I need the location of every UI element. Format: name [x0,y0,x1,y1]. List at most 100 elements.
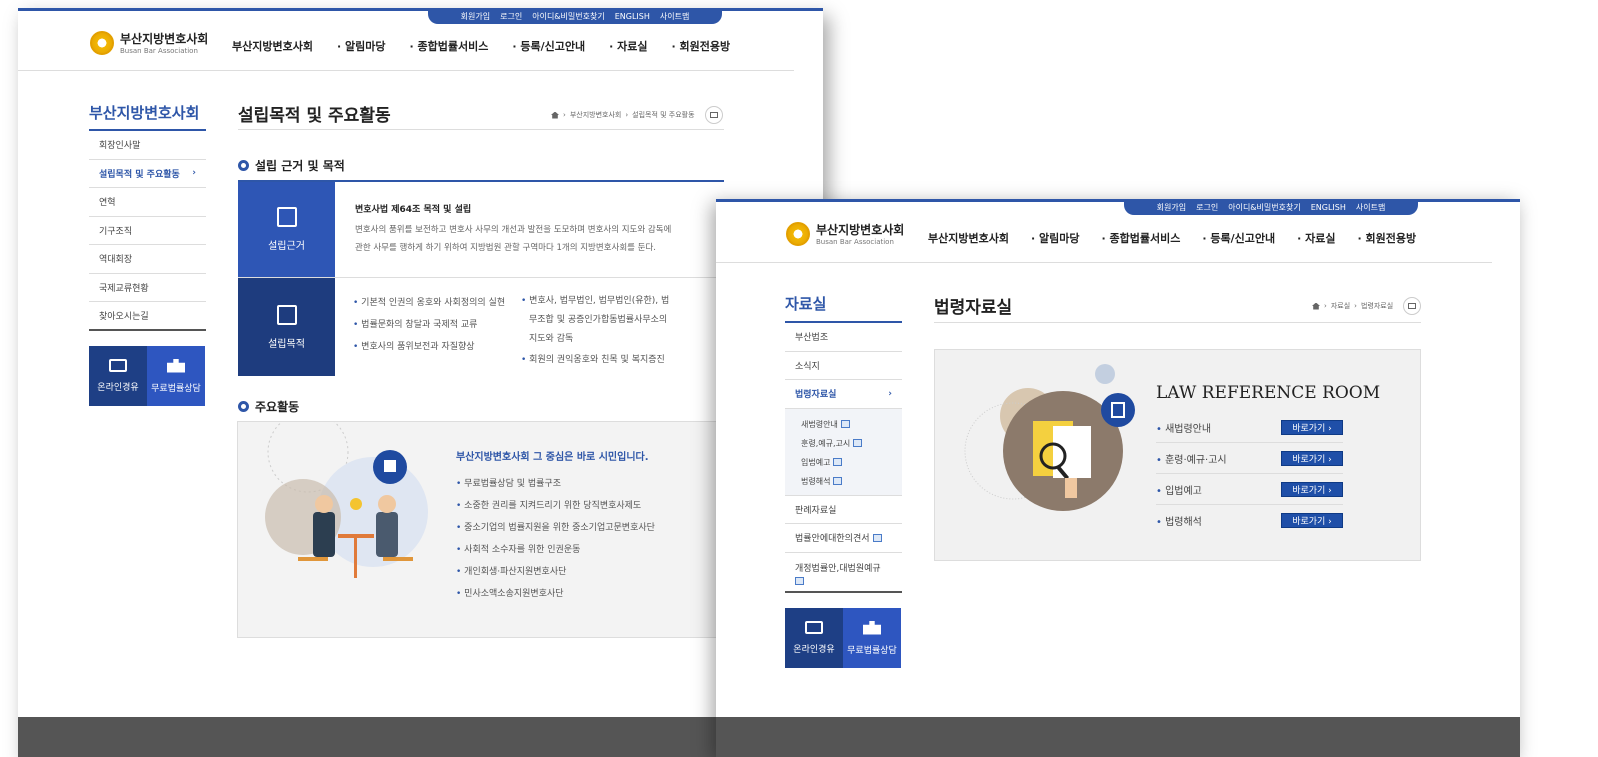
nav-registration[interactable]: · 등록/신고안내 [512,38,585,54]
law-row: 새법령안내 바로가기 › [1156,412,1343,443]
crumb-1[interactable]: 부산지방변호사회 [570,110,622,120]
main-nav: 부산지방변호사회 · 알림마당 · 종합법률서비스 · 등록/신고안내 · 자료… [232,38,730,54]
side-item-directions[interactable]: 찾아오시는길 [89,302,206,331]
logo-english: Busan Bar Association [120,47,198,55]
go-button[interactable]: 바로가기 › [1281,481,1343,497]
nav-notice[interactable]: · 알림마당 [1031,230,1080,246]
util-join[interactable]: 회원가입 [461,11,490,22]
sub-item-interpretation[interactable]: 법령해석 [801,472,902,491]
breadcrumb: › 자료실 › 법령자료실 [1312,297,1422,315]
purpose-item: 변호사, 법무법인, 법무법인(유한), 법 [521,292,669,311]
nav-registration[interactable]: · 등록/신고안내 [1202,230,1275,246]
util-find[interactable]: 아이디&비밀번호찾기 [1228,202,1300,213]
nav-legal-service[interactable]: · 종합법률서비스 [409,38,488,54]
law-row: 훈령·예규·고시 바로가기 › [1156,443,1343,474]
go-button[interactable]: 바로가기 › [1281,419,1343,435]
side-title: 부산지방변호사회 [89,104,200,122]
chevron-right-icon: › [192,168,196,179]
title-divider [238,129,724,130]
sub-item-new-law[interactable]: 새법령안내 [801,415,902,434]
side-item-precedents[interactable]: 판례자료실 [785,496,902,524]
side-item-purpose[interactable]: 설립목적 및 주요활동 › [89,160,206,188]
util-sitemap[interactable]: 사이트맵 [1356,202,1385,213]
util-join[interactable]: 회원가입 [1157,202,1186,213]
nav-notice[interactable]: · 알림마당 [337,38,386,54]
nav-members[interactable]: · 회원전용방 [671,38,730,54]
free-consult-button[interactable]: 무료법률상담 [843,608,901,668]
purpose-label: 설립목적 [238,278,335,376]
page-title: 설립목적 및 주요활동 [238,106,391,126]
quick-buttons: 온라인경유 무료법률상담 [785,608,901,668]
free-consult-button[interactable]: 무료법률상담 [147,346,205,406]
side-item-organization[interactable]: 기구조직 [89,217,206,245]
print-icon[interactable] [704,106,723,124]
util-english[interactable]: ENGLISH [1311,203,1346,212]
side-item-law-reference[interactable]: 법령자료실 › [785,380,902,409]
home-icon[interactable] [551,111,559,119]
sub-item-directives[interactable]: 훈령,예규,고시 [801,434,902,453]
law-item-notice: 입법예고 [1156,482,1202,497]
crumb-1[interactable]: 자료실 [1331,301,1350,311]
screenshot-law-reference-page: 회원가입 로그인 아이디&비밀번호찾기 ENGLISH 사이트맵 부산지방변호사… [716,199,1520,757]
site-logo[interactable]: 부산지방변호사회 Busan Bar Association [90,30,208,55]
nav-association[interactable]: 부산지방변호사회 [232,38,313,54]
document-icon [795,576,804,585]
nav-association[interactable]: 부산지방변호사회 [928,230,1009,246]
puzzle-icon [863,620,881,635]
basis-line-1: 변호사의 품위를 보전하고 변호사 사무의 개선과 발전을 도모하며 변호사의 … [355,225,672,235]
main-nav: 부산지방변호사회 · 알림마당 · 종합법률서비스 · 등록/신고안내 · 자료… [928,230,1416,246]
purpose-item-cont: 무조합 및 공증인가합동법률사무소의 [529,315,668,325]
law-row: 입법예고 바로가기 › [1156,474,1343,505]
online-button[interactable]: 온라인경유 [785,608,843,668]
document-icon [872,533,882,542]
laptop-icon [805,621,823,634]
purpose-right: 변호사, 법무법인, 법무법인(유한), 법 무조합 및 공증인가합동법률사무소… [501,278,669,376]
side-item-busan-law[interactable]: 부산법조 [785,323,902,352]
side-item-past-presidents[interactable]: 역대회장 [89,245,206,274]
side-item-newsletter[interactable]: 소식지 [785,352,902,380]
util-sitemap[interactable]: 사이트맵 [660,11,689,22]
side-item-opinions[interactable]: 법률안에대한의견서 [785,524,902,553]
activity-item: 개인회생·파산지원변호사단 [456,561,655,583]
basis-heading: 변호사법 제64조 목적 및 설립 [355,205,472,215]
sub-item-legislative-notice[interactable]: 입법예고 [801,453,902,472]
site-logo[interactable]: 부산지방변호사회 Busan Bar Association [786,221,904,246]
breadcrumb: › 부산지방변호사회 › 설립목적 및 주요활동 [551,106,723,124]
logo-korean: 부산지방변호사회 [816,223,905,237]
util-english[interactable]: ENGLISH [615,12,650,21]
nav-legal-service[interactable]: · 종합법률서비스 [1101,230,1180,246]
go-button[interactable]: 바로가기 › [1281,450,1343,466]
document-icon [833,477,843,485]
online-button[interactable]: 온라인경유 [89,346,147,406]
purpose-item: 회원의 권익옹호와 친목 및 복지증진 [521,349,669,371]
side-item-greeting[interactable]: 회장인사말 [89,131,206,160]
nav-archive[interactable]: · 자료실 [1297,230,1335,246]
chevron-right-icon: › [888,388,892,399]
section-heading-basis: 설립 근거 및 목적 [238,157,345,174]
util-login[interactable]: 로그인 [1196,202,1218,213]
go-button[interactable]: 바로가기 › [1281,513,1343,528]
search-documents-illustration [964,364,1135,511]
basis-content: 변호사법 제64조 목적 및 설립 변호사의 품위를 보전하고 변호사 사무의 … [335,182,671,277]
nav-archive[interactable]: · 자료실 [609,38,647,54]
utility-menu: 회원가입 로그인 아이디&비밀번호찾기 ENGLISH 사이트맵 [428,8,722,24]
logo-korean: 부산지방변호사회 [120,32,209,46]
purpose-item: 변호사의 품위보전과 자질향상 [353,336,501,358]
title-divider [934,322,1421,323]
side-title: 자료실 [785,295,827,313]
util-find[interactable]: 아이디&비밀번호찾기 [532,11,604,22]
side-item-history[interactable]: 연혁 [89,188,206,217]
nav-members[interactable]: · 회원전용방 [1357,230,1416,246]
puzzle-icon [167,358,185,373]
util-login[interactable]: 로그인 [500,11,522,22]
side-submenu: 새법령안내 훈령,예규,고시 입법예고 법령해석 [785,408,902,496]
header-divider [716,262,1492,263]
print-icon[interactable] [1403,297,1422,315]
purpose-item-cont: 지도와 감독 [529,334,574,344]
side-item-exchange[interactable]: 국제교류현황 [89,274,206,302]
home-icon[interactable] [1312,302,1320,310]
footer [18,717,823,757]
law-reference-box: LAW REFERENCE ROOM 새법령안내 바로가기 › 훈령·예규·고시… [934,349,1421,561]
bullet-ring-icon [238,160,249,171]
side-item-amendments[interactable]: 개정법률안,대법원예규 [785,553,902,593]
